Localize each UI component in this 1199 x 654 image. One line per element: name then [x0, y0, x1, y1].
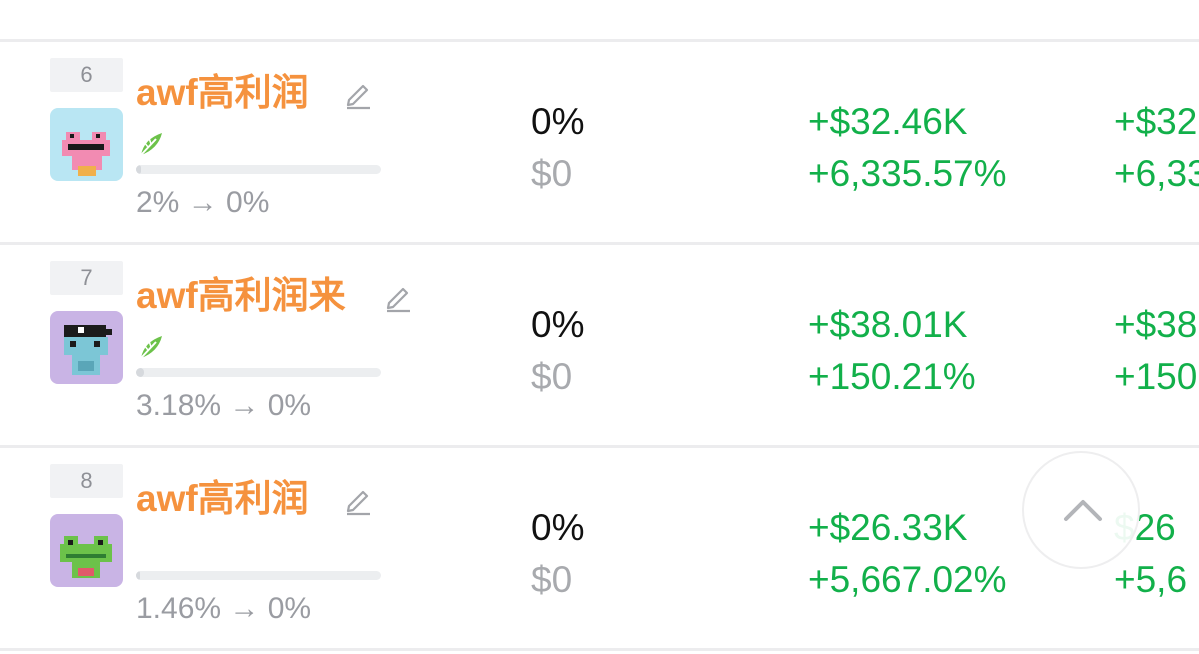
- pnl-usd: +$38.01K: [808, 304, 968, 345]
- green-frog-avatar-icon[interactable]: [50, 514, 123, 587]
- pirate-frog-avatar-icon[interactable]: [50, 311, 123, 384]
- share-progress-bar: [136, 165, 381, 174]
- row-divider: [0, 648, 1199, 651]
- chevron-up-icon: [1064, 500, 1102, 521]
- share-change: 1.46% → 0%: [136, 592, 312, 625]
- share-progress-bar: [136, 571, 381, 580]
- leaderboard-row[interactable]: 8 awf高利润 1.46% → 0% 0% $0 +$26.33K +5,66…: [0, 448, 1199, 651]
- weight-percent: 0%: [531, 304, 585, 345]
- pnl-usd: +$32.46K: [808, 101, 968, 142]
- leaderboard-row[interactable]: 7 awf高利润来 3.18% → 0% 0% $0 +$38.01K +150…: [0, 245, 1199, 448]
- pnl-percent-secondary: +150: [1114, 356, 1198, 397]
- pnl-percent-secondary: +5,6: [1114, 559, 1188, 600]
- rank-badge: 6: [50, 58, 123, 92]
- pencil-edit-icon[interactable]: [342, 78, 374, 110]
- trader-name[interactable]: awf高利润: [136, 476, 309, 522]
- pencil-edit-icon[interactable]: [382, 281, 414, 313]
- leaderboard-row[interactable]: 6 awf高利润 2% → 0% 0% $0 +$32.46K +6,335.5…: [0, 42, 1199, 245]
- pnl-percent: +5,667.02%: [808, 559, 1007, 600]
- weight-usd: $0: [531, 559, 573, 600]
- rank-badge: 7: [50, 261, 123, 295]
- weight-usd: $0: [531, 356, 573, 397]
- share-change: 2% → 0%: [136, 186, 270, 219]
- pnl-percent: +6,335.57%: [808, 153, 1007, 194]
- weight-percent: 0%: [531, 101, 585, 142]
- share-change: 3.18% → 0%: [136, 389, 312, 422]
- rank-badge: 8: [50, 464, 123, 498]
- weight-usd: $0: [531, 153, 573, 194]
- trader-name[interactable]: awf高利润来: [136, 273, 346, 319]
- pnl-usd: +$26.33K: [808, 507, 968, 548]
- trader-name[interactable]: awf高利润: [136, 70, 309, 116]
- pnl-percent-secondary: +6,33: [1114, 153, 1199, 194]
- leaf-icon: [136, 332, 166, 362]
- pnl-percent: +150.21%: [808, 356, 976, 397]
- pink-frog-avatar-icon[interactable]: [50, 108, 123, 181]
- share-progress-bar: [136, 368, 381, 377]
- pnl-usd-secondary: +$32: [1114, 101, 1198, 142]
- leaf-icon: [136, 129, 166, 159]
- weight-percent: 0%: [531, 507, 585, 548]
- pnl-usd-secondary: +$38: [1114, 304, 1198, 345]
- pencil-edit-icon[interactable]: [342, 484, 374, 516]
- scroll-to-top-button[interactable]: [1022, 451, 1140, 569]
